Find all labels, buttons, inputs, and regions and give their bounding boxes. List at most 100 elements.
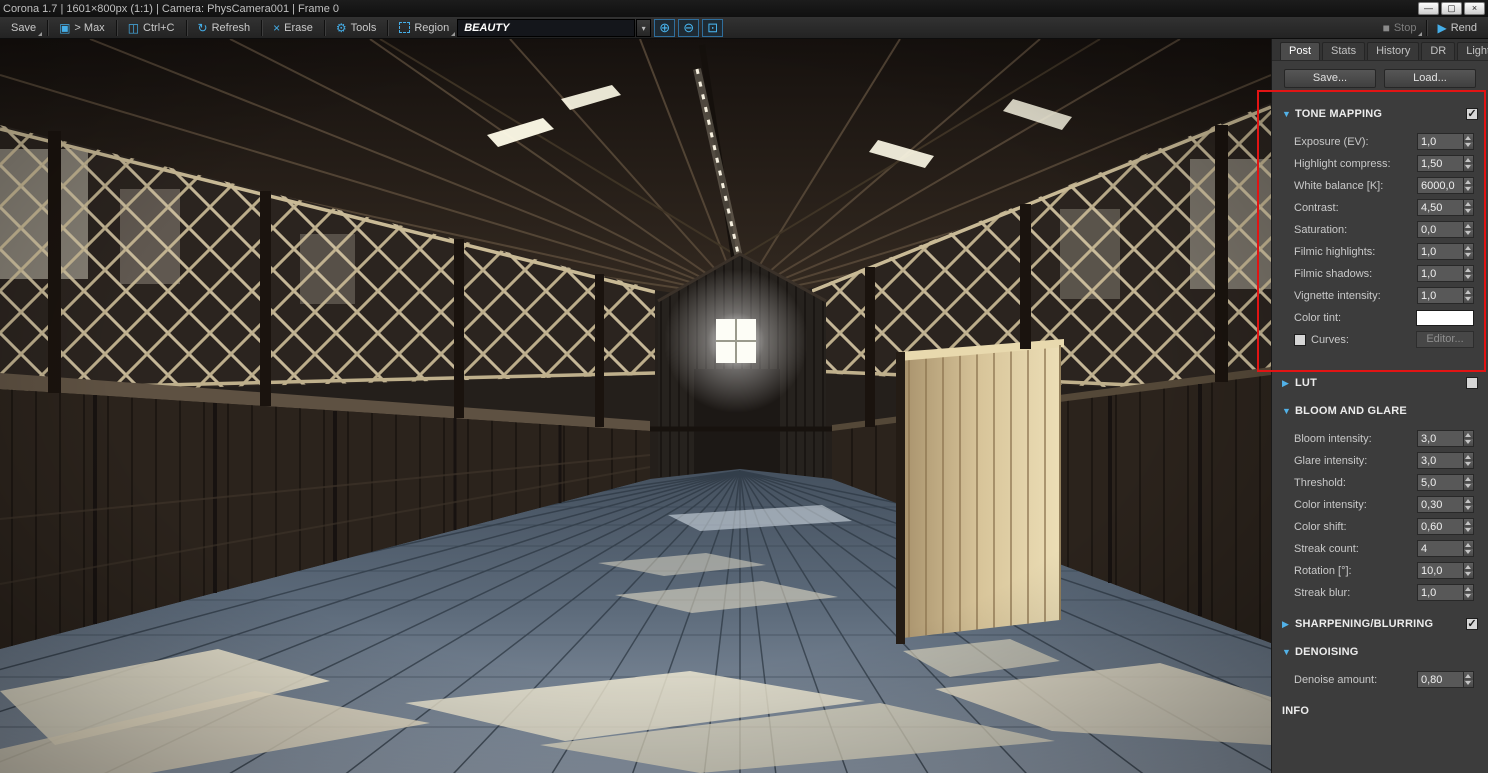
threshold-row: Threshold:: [1294, 473, 1474, 492]
vignette-overlay: [0, 39, 1271, 773]
refresh-button[interactable]: ↻ Refresh: [191, 18, 258, 37]
filmic-highlights-input[interactable]: [1417, 243, 1463, 260]
region-button[interactable]: Region: [392, 18, 456, 37]
maximize-button[interactable]: ▢: [1441, 2, 1462, 15]
section-sharpening-header[interactable]: ▶ SHARPENING/BLURRING ✓: [1272, 614, 1488, 634]
vignette-intensity-spinner[interactable]: [1463, 287, 1474, 304]
glare-intensity-label: Glare intensity:: [1294, 454, 1368, 467]
tab-lightmix[interactable]: LightM: [1457, 42, 1488, 60]
dropdown-corner-icon: [38, 32, 43, 36]
sharpening-enabled-checkbox[interactable]: ✓: [1466, 618, 1478, 630]
threshold-input[interactable]: [1417, 474, 1463, 491]
filmic-highlights-row: Filmic highlights:: [1294, 242, 1474, 261]
streak-count-input[interactable]: [1417, 540, 1463, 557]
rotation-input[interactable]: [1417, 562, 1463, 579]
section-bloom-glare-header[interactable]: ▼ BLOOM AND GLARE: [1272, 401, 1488, 421]
bloom-intensity-input[interactable]: [1417, 430, 1463, 447]
white-balance-spinner[interactable]: [1463, 177, 1474, 194]
minimize-button[interactable]: —: [1418, 2, 1439, 15]
send-to-max-button[interactable]: ▣ > Max: [52, 18, 112, 37]
color-shift-input[interactable]: [1417, 518, 1463, 535]
highlight-compress-input[interactable]: [1417, 155, 1463, 172]
saturation-input[interactable]: [1417, 221, 1463, 238]
denoise-amount-spinner[interactable]: [1463, 671, 1474, 688]
stop-button-label: Stop: [1393, 21, 1417, 34]
white-balance-input[interactable]: [1417, 177, 1463, 194]
filmic-shadows-row: Filmic shadows:: [1294, 264, 1474, 283]
color-shift-row: Color shift:: [1294, 517, 1474, 536]
color-intensity-input[interactable]: [1417, 496, 1463, 513]
tone-mapping-enabled-checkbox[interactable]: ✓: [1466, 108, 1478, 120]
erase-icon: ×: [273, 20, 281, 35]
rotation-row: Rotation [°]:: [1294, 561, 1474, 580]
save-button[interactable]: Save: [4, 18, 43, 37]
saturation-spinner[interactable]: [1463, 221, 1474, 238]
channel-dropdown-arrow-icon[interactable]: ▾: [636, 18, 652, 37]
exposure-input[interactable]: [1417, 133, 1463, 150]
color-intensity-label: Color intensity:: [1294, 498, 1367, 511]
denoise-amount-input[interactable]: [1417, 671, 1463, 688]
threshold-spinner[interactable]: [1463, 474, 1474, 491]
section-tone-mapping-header[interactable]: ▼ TONE MAPPING ✓: [1272, 104, 1488, 124]
lut-enabled-checkbox[interactable]: [1466, 377, 1478, 389]
section-lut-header[interactable]: ▶ LUT: [1272, 373, 1488, 393]
color-shift-spinner[interactable]: [1463, 518, 1474, 535]
tools-button[interactable]: ⚙ Tools: [329, 18, 383, 37]
title-bar[interactable]: Corona 1.7 | 1601×800px (1:1) | Camera: …: [0, 0, 1488, 17]
saturation-row: Saturation:: [1294, 220, 1474, 239]
tab-history[interactable]: History: [1367, 42, 1420, 60]
max-button-label: > Max: [74, 21, 105, 34]
preset-load-button[interactable]: Load...: [1384, 69, 1476, 88]
bloom-intensity-spinner[interactable]: [1463, 430, 1474, 447]
curves-editor-button[interactable]: Editor...: [1416, 331, 1474, 348]
collapse-arrow-icon: ▼: [1282, 109, 1291, 119]
tab-dr[interactable]: DR: [1421, 42, 1456, 60]
refresh-button-label: Refresh: [211, 21, 251, 34]
section-title: DENOISING: [1295, 646, 1359, 658]
copy-button[interactable]: ◫ Ctrl+C: [121, 18, 182, 37]
dropdown-corner-icon: [451, 32, 456, 36]
color-tint-row: Color tint:: [1294, 308, 1474, 327]
streak-blur-spinner[interactable]: [1463, 584, 1474, 601]
filmic-highlights-spinner[interactable]: [1463, 243, 1474, 260]
toolbar-right-group: ■ Stop ▶ Rend: [1376, 18, 1484, 37]
rotation-spinner[interactable]: [1463, 562, 1474, 579]
zoom-fit-button[interactable]: ⊡: [702, 18, 724, 37]
streak-blur-input[interactable]: [1417, 584, 1463, 601]
glare-intensity-spinner[interactable]: [1463, 452, 1474, 469]
curves-checkbox[interactable]: [1294, 333, 1306, 346]
color-intensity-spinner[interactable]: [1463, 496, 1474, 513]
section-info-header[interactable]: INFO: [1272, 701, 1488, 721]
render-button[interactable]: ▶ Rend: [1430, 18, 1484, 37]
section-title: INFO: [1282, 705, 1310, 717]
channel-select[interactable]: BEAUTY: [457, 18, 636, 37]
contrast-input[interactable]: [1417, 199, 1463, 216]
color-intensity-row: Color intensity:: [1294, 495, 1474, 514]
exposure-spinner[interactable]: [1463, 133, 1474, 150]
section-title: BLOOM AND GLARE: [1295, 405, 1407, 417]
render-viewport[interactable]: [0, 39, 1271, 773]
tab-post[interactable]: Post: [1280, 42, 1321, 60]
max-icon: ▣: [59, 20, 71, 35]
contrast-spinner[interactable]: [1463, 199, 1474, 216]
streak-blur-row: Streak blur:: [1294, 583, 1474, 602]
filmic-shadows-spinner[interactable]: [1463, 265, 1474, 282]
close-button[interactable]: ×: [1464, 2, 1485, 15]
preset-save-button[interactable]: Save...: [1284, 69, 1376, 88]
toolbar-separator: [387, 19, 389, 36]
tab-stats[interactable]: Stats: [1322, 42, 1366, 60]
vignette-intensity-input[interactable]: [1417, 287, 1463, 304]
highlight-compress-spinner[interactable]: [1463, 155, 1474, 172]
erase-button[interactable]: × Erase: [266, 18, 320, 37]
streak-count-spinner[interactable]: [1463, 540, 1474, 557]
curves-row: Curves: Editor...: [1294, 330, 1474, 349]
filmic-shadows-input[interactable]: [1417, 265, 1463, 282]
color-tint-swatch[interactable]: [1416, 309, 1474, 326]
highlight-compress-row: Highlight compress:: [1294, 154, 1474, 173]
section-denoising-header[interactable]: ▼ DENOISING: [1272, 642, 1488, 662]
stop-button[interactable]: ■ Stop: [1376, 18, 1424, 37]
glare-intensity-input[interactable]: [1417, 452, 1463, 469]
zoom-out-button[interactable]: ⊖: [678, 18, 700, 37]
zoom-in-button[interactable]: ⊕: [654, 18, 676, 37]
render-button-label: Rend: [1450, 21, 1477, 34]
